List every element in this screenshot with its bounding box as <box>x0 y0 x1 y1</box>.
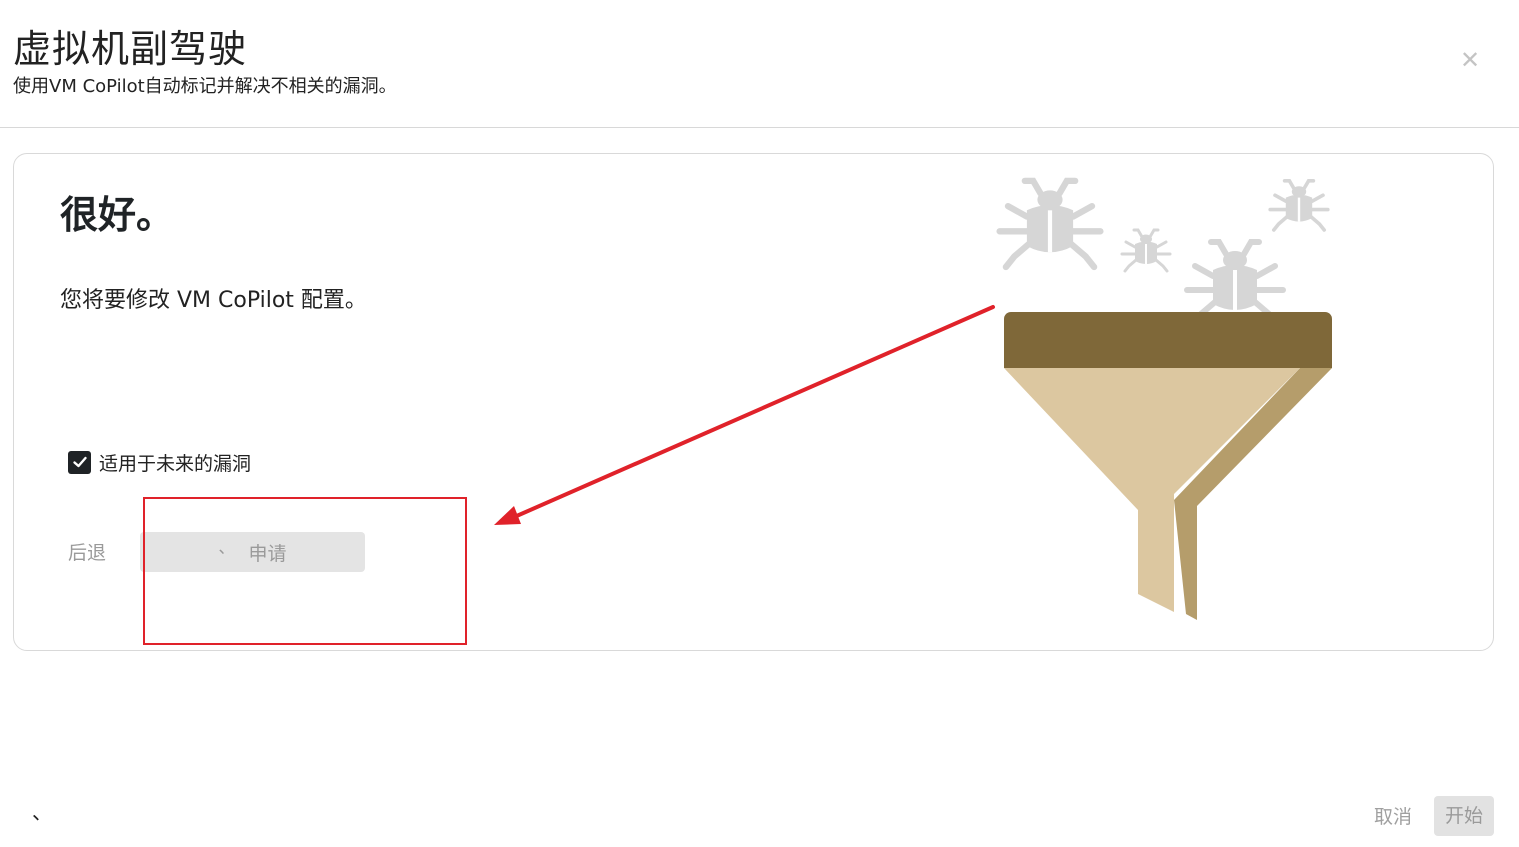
apply-future-checkbox[interactable] <box>68 450 91 474</box>
dialog-subtitle: 使用VM CoPilot自动标记并解决不相关的漏洞。 <box>13 76 397 97</box>
dialog-header: 虚拟机副驾驶 使用VM CoPilot自动标记并解决不相关的漏洞。 ✕ <box>0 0 1519 128</box>
card-heading: 很好。 <box>60 193 175 237</box>
back-button[interactable]: 后退 <box>68 538 106 568</box>
close-icon[interactable]: ✕ <box>1456 46 1484 74</box>
apply-future-checkbox-row[interactable]: 适用于未来的漏洞 <box>68 448 251 476</box>
dialog-title: 虚拟机副驾驶 <box>13 27 248 71</box>
apply-button[interactable]: 、 申请 <box>140 532 365 572</box>
apply-button-label: 申请 <box>248 542 287 565</box>
cancel-button[interactable]: 取消 <box>1374 802 1412 832</box>
card-description: 您将要修改 VM CoPilot 配置。 <box>60 288 367 313</box>
apply-tick-mark: 、 <box>218 538 235 557</box>
start-button[interactable]: 开始 <box>1434 796 1494 836</box>
confirmation-card: 很好。 您将要修改 VM CoPilot 配置。 适用于未来的漏洞 后退 、 申… <box>13 153 1494 651</box>
apply-future-label: 适用于未来的漏洞 <box>99 452 252 475</box>
checkmark-icon <box>72 456 87 468</box>
footer-mark: 、 <box>32 800 52 824</box>
